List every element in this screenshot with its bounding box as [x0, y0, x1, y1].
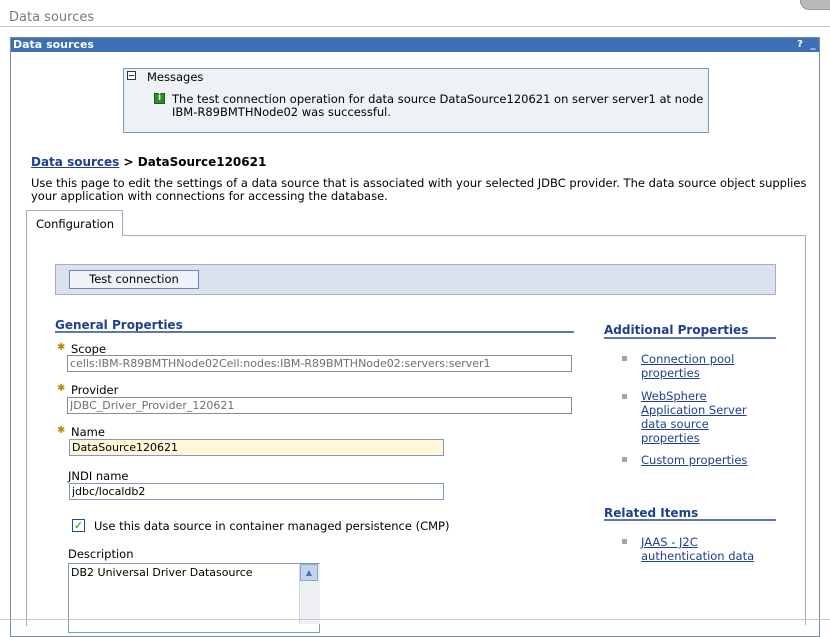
collapse-icon[interactable] — [127, 71, 136, 80]
bullet-icon — [622, 394, 627, 399]
help-icon[interactable]: ? — [795, 39, 805, 51]
additional-properties-heading: Additional Properties — [604, 323, 749, 337]
jaas-j2c-authentication-data-link[interactable]: JAAS - J2C authentication data — [641, 535, 754, 563]
name-label: Name — [71, 425, 105, 439]
link-line: Custom properties — [641, 453, 748, 467]
tab-panel-border-right — [805, 235, 806, 625]
breadcrumb: Data sources > DataSource120621 — [31, 155, 266, 169]
message-text: The test connection operation for data s… — [172, 92, 704, 119]
corner-button[interactable] — [800, 0, 830, 10]
general-properties-rule — [55, 331, 574, 333]
general-properties-heading: General Properties — [55, 318, 183, 332]
additional-properties-rule — [604, 337, 776, 339]
link-line: Application Server — [641, 403, 747, 417]
related-items-rule — [604, 519, 776, 521]
tab-configuration-label: Configuration — [36, 217, 114, 231]
link-line: Connection pool — [641, 352, 735, 366]
related-items-heading: Related Items — [604, 506, 699, 520]
messages-heading: Messages — [147, 70, 204, 84]
portlet-title: Data sources — [13, 38, 94, 51]
link-line: WebSphere — [641, 389, 707, 403]
jndi-name-label: JNDI name — [68, 469, 129, 483]
custom-properties-link[interactable]: Custom properties — [641, 453, 747, 467]
breadcrumb-link-data-sources[interactable]: Data sources — [31, 155, 119, 169]
scope-field[interactable] — [67, 355, 572, 372]
scope-label: Scope — [71, 342, 107, 356]
connection-pool-properties-link[interactable]: Connection pool properties — [641, 352, 734, 380]
page-title: Data sources — [9, 10, 95, 25]
description-value: DB2 Universal Driver Datasource — [71, 566, 253, 579]
required-icon: ✱ — [57, 383, 66, 394]
test-connection-button[interactable]: Test connection — [69, 270, 199, 289]
websphere-data-source-properties-link[interactable]: WebSphere Application Server data source… — [641, 389, 747, 445]
bullet-icon — [622, 539, 627, 544]
jndi-name-field[interactable] — [69, 483, 444, 500]
portlet-title-bar — [11, 38, 819, 52]
provider-label: Provider — [71, 383, 119, 397]
link-line: JAAS - J2C — [641, 535, 698, 549]
link-line: properties — [641, 431, 700, 445]
page-description: Use this page to edit the settings of a … — [31, 176, 807, 203]
link-line: properties — [641, 366, 700, 380]
header-divider — [0, 26, 830, 27]
tab-panel-border-left — [26, 236, 27, 626]
provider-field[interactable] — [67, 397, 572, 414]
required-icon: ✱ — [57, 342, 66, 353]
link-line: data source — [641, 417, 709, 431]
name-field[interactable] — [69, 439, 444, 456]
bullet-icon — [622, 356, 627, 361]
cmp-label: Use this data source in container manage… — [94, 519, 450, 533]
info-icon: i — [154, 93, 165, 104]
required-icon: ✱ — [57, 425, 66, 436]
breadcrumb-current: DataSource120621 — [137, 155, 267, 169]
minimize-icon[interactable]: _ — [808, 39, 818, 51]
scroll-up-icon[interactable]: ▲ — [300, 564, 318, 581]
bottom-divider — [0, 619, 830, 620]
bullet-icon — [622, 457, 627, 462]
description-label: Description — [68, 547, 134, 561]
link-line: authentication data — [641, 549, 755, 563]
breadcrumb-separator: > — [119, 155, 138, 169]
tab-panel-border — [122, 235, 806, 236]
cmp-checkbox[interactable]: ✓ — [72, 519, 85, 532]
